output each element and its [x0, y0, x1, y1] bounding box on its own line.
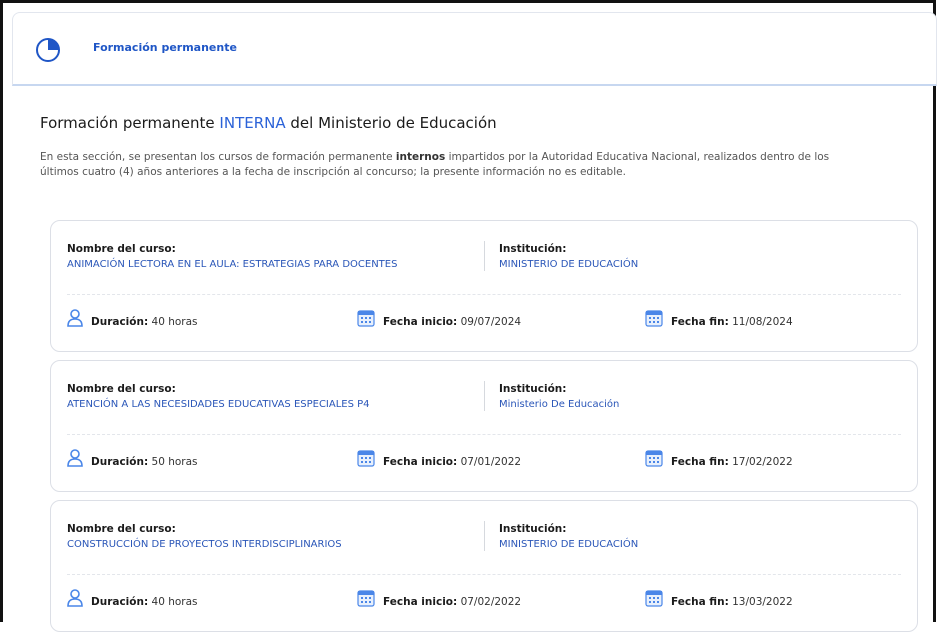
page-title: Formación permanente INTERNA del Ministe… — [40, 114, 497, 132]
institution-name: MINISTERIO DE EDUCACIÓN — [499, 259, 639, 270]
course-card: Nombre del curso: ANIMACIÓN LECTORA EN E… — [50, 220, 918, 352]
course-name: ANIMACIÓN LECTORA EN EL AULA: ESTRATEGIA… — [67, 259, 398, 270]
institution-name: MINISTERIO DE EDUCACIÓN — [499, 539, 639, 550]
dashed-divider — [67, 294, 901, 295]
divider — [484, 241, 485, 271]
calendar-icon — [357, 590, 375, 607]
title-accent: INTERNA — [219, 114, 286, 132]
end-date: Fecha fin: 13/03/2022 — [671, 596, 793, 608]
start-label: Fecha inicio: — [383, 316, 458, 328]
duration: Duración: 50 horas — [91, 456, 198, 468]
end-date: Fecha fin: 17/02/2022 — [671, 456, 793, 468]
divider — [484, 381, 485, 411]
start-value: 07/01/2022 — [460, 456, 522, 468]
duration-label: Duración: — [91, 456, 149, 468]
course-name-label: Nombre del curso: — [67, 243, 176, 255]
duration: Duración: 40 horas — [91, 596, 198, 608]
end-value: 17/02/2022 — [732, 456, 793, 468]
desc-text-a: En esta sección, se presentan los cursos… — [40, 151, 396, 163]
dashed-divider — [67, 434, 901, 435]
course-name-label: Nombre del curso: — [67, 523, 176, 535]
institution-label: Institución: — [499, 243, 567, 255]
duration-value: 40 horas — [151, 596, 198, 608]
duration-label: Duración: — [91, 596, 149, 608]
user-icon — [67, 589, 83, 607]
duration-value: 50 horas — [151, 456, 198, 468]
end-label: Fecha fin: — [671, 596, 729, 608]
title-prefix: Formación permanente — [40, 114, 220, 132]
user-icon — [67, 309, 83, 327]
start-date: Fecha inicio: 07/01/2022 — [383, 456, 521, 468]
course-name: ATENCIÓN A LAS NECESIDADES EDUCATIVAS ES… — [67, 399, 370, 410]
end-value: 11/08/2024 — [732, 316, 793, 328]
end-label: Fecha fin: — [671, 456, 729, 468]
calendar-icon — [645, 310, 663, 327]
section-description: En esta sección, se presentan los cursos… — [40, 150, 930, 180]
start-label: Fecha inicio: — [383, 596, 458, 608]
section-header[interactable]: Formación permanente — [12, 12, 937, 86]
start-label: Fecha inicio: — [383, 456, 458, 468]
divider — [484, 521, 485, 551]
start-date: Fecha inicio: 09/07/2024 — [383, 316, 521, 328]
duration: Duración: 40 horas — [91, 316, 198, 328]
desc-text-b: impartidos por la Autoridad Educativa Na… — [445, 151, 830, 163]
end-date: Fecha fin: 11/08/2024 — [671, 316, 793, 328]
institution-label: Institución: — [499, 383, 567, 395]
duration-value: 40 horas — [151, 316, 198, 328]
pie-chart-icon — [36, 38, 60, 62]
course-name-label: Nombre del curso: — [67, 383, 176, 395]
institution-name: Ministerio De Educación — [499, 399, 620, 410]
calendar-icon — [645, 450, 663, 467]
calendar-icon — [357, 310, 375, 327]
course-name: CONSTRUCCIÓN DE PROYECTOS INTERDISCIPLIN… — [67, 539, 342, 550]
duration-label: Duración: — [91, 316, 149, 328]
course-card: Nombre del curso: CONSTRUCCIÓN DE PROYEC… — [50, 500, 918, 632]
title-suffix: del Ministerio de Educación — [285, 114, 497, 132]
start-value: 07/02/2022 — [460, 596, 522, 608]
end-label: Fecha fin: — [671, 316, 729, 328]
calendar-icon — [357, 450, 375, 467]
dashed-divider — [67, 574, 901, 575]
header-title[interactable]: Formación permanente — [93, 41, 237, 54]
institution-label: Institución: — [499, 523, 567, 535]
desc-bold: internos — [395, 151, 446, 163]
user-icon — [67, 449, 83, 467]
start-value: 09/07/2024 — [460, 316, 522, 328]
calendar-icon — [645, 590, 663, 607]
course-card: Nombre del curso: ATENCIÓN A LAS NECESID… — [50, 360, 918, 492]
start-date: Fecha inicio: 07/02/2022 — [383, 596, 521, 608]
end-value: 13/03/2022 — [732, 596, 793, 608]
desc-text-line2: últimos cuatro (4) años anteriores a la … — [40, 166, 626, 178]
